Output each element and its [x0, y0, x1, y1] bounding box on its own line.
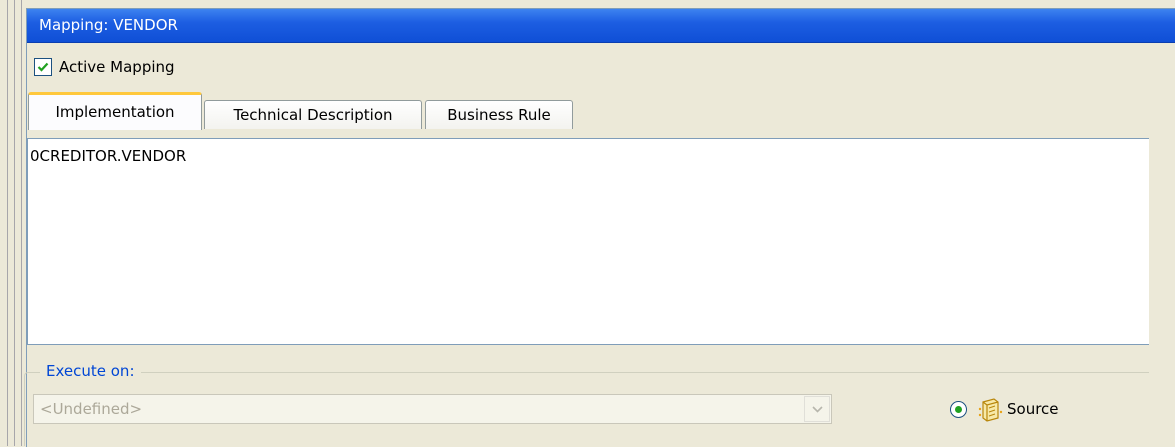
- chevron-down-icon: [811, 405, 823, 413]
- radio-selected-dot: [955, 405, 962, 413]
- tab-business-rule[interactable]: Business Rule: [425, 100, 573, 129]
- execute-on-select[interactable]: <Undefined>: [33, 394, 832, 424]
- source-radio-option[interactable]: Source: [950, 395, 1059, 423]
- tab-technical-description[interactable]: Technical Description: [204, 100, 422, 129]
- gutter-line: [14, 0, 15, 446]
- implementation-text: 0CREDITOR.VENDOR: [30, 147, 187, 165]
- dropdown-button[interactable]: [804, 396, 830, 422]
- implementation-editor[interactable]: 0CREDITOR.VENDOR: [27, 138, 1149, 345]
- source-radio[interactable]: [950, 400, 967, 418]
- execute-on-legend: Execute on:: [40, 362, 141, 380]
- gutter-line: [7, 0, 8, 446]
- active-mapping-row[interactable]: Active Mapping: [34, 56, 175, 78]
- gutter-line: [21, 0, 22, 446]
- left-gutter: [0, 0, 24, 446]
- source-radio-label: Source: [1007, 400, 1059, 418]
- active-mapping-checkbox[interactable]: [34, 58, 52, 76]
- checkmark-icon: [37, 62, 49, 72]
- execute-on-select-value: <Undefined>: [40, 400, 143, 418]
- active-mapping-label: Active Mapping: [59, 58, 175, 76]
- source-table-icon: [978, 398, 1003, 422]
- tab-implementation[interactable]: Implementation: [28, 92, 202, 130]
- panel-title: Mapping: VENDOR: [27, 9, 1175, 43]
